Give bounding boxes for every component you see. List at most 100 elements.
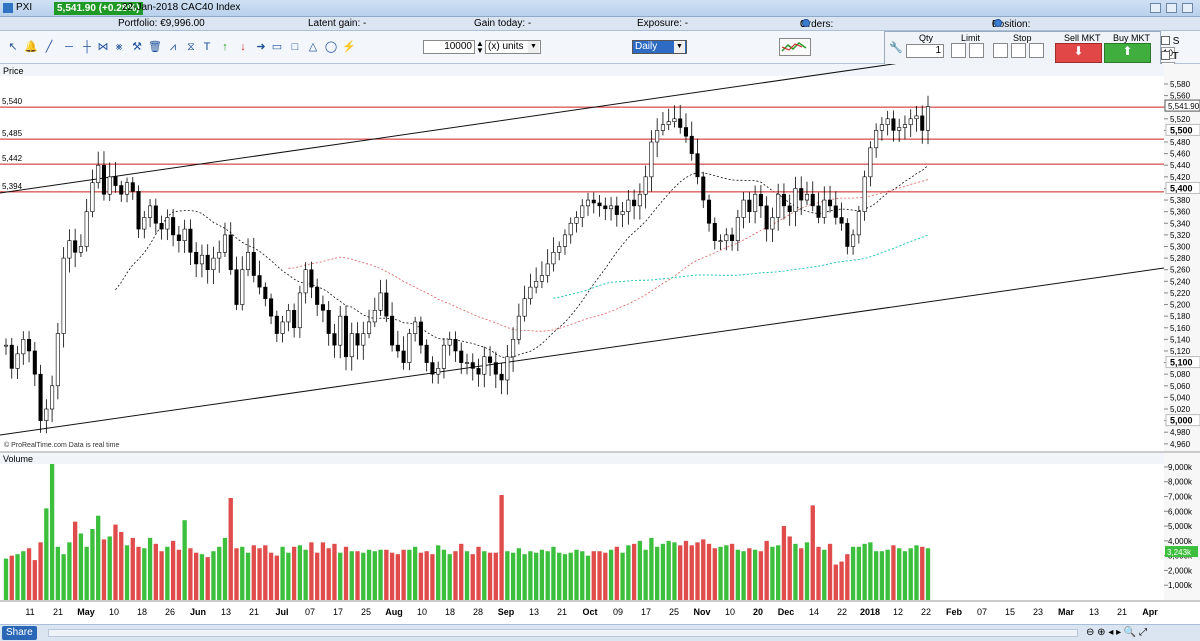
volume-bar [505, 551, 510, 600]
fibonacci-icon[interactable]: ⋈ [96, 40, 110, 54]
square-tool-icon[interactable]: □ [288, 40, 302, 54]
stop-toggle[interactable]: S 10 [1161, 36, 1191, 59]
orders-detail-icon[interactable] [802, 19, 810, 27]
candle-body [545, 263, 550, 276]
volume-bar [545, 551, 550, 600]
stop-toggle-label: S [1172, 36, 1180, 47]
quantity-spinner-icon[interactable]: ▲ ▼ [476, 40, 484, 55]
volume-bar [776, 545, 781, 600]
clone-tool-icon[interactable]: ⚒ [130, 40, 144, 54]
wrench-icon[interactable]: 🔧 [889, 41, 903, 55]
volume-bar [326, 548, 331, 600]
volume-bar [153, 543, 158, 600]
volume-bar [309, 542, 314, 600]
limit-label: Limit [961, 33, 981, 43]
stop-checkbox[interactable] [1161, 36, 1170, 45]
volume-bar [476, 546, 481, 600]
stop-mid-icon[interactable] [1011, 43, 1026, 58]
volume-bar [568, 552, 573, 600]
price-tick-label: 5,520 [1170, 115, 1191, 124]
share-button[interactable]: Share [2, 626, 37, 640]
horizontal-scrollbar[interactable] [48, 629, 1078, 637]
volume-bar [557, 552, 562, 600]
zigzag-icon[interactable]: ⩘ [166, 40, 180, 54]
channel-tool-icon[interactable]: ⨳ [112, 40, 126, 54]
price-tick-label: 5,380 [1170, 196, 1191, 205]
volume-bar [787, 536, 792, 600]
candle-body [718, 240, 723, 242]
volume-bar [631, 543, 637, 600]
candle-body [286, 310, 291, 323]
volume-bar [666, 540, 671, 600]
close-button[interactable] [1182, 3, 1193, 13]
volume-bar [136, 546, 141, 600]
vertical-line-icon[interactable]: ┼ [80, 40, 94, 54]
volume-bar [84, 546, 89, 600]
timeframe-select[interactable]: Daily ▼ [632, 40, 687, 54]
volume-bar [389, 552, 395, 600]
zoom-controls-icon[interactable]: ⊖ ⊕ ◂ ▸ 🔍 ⤢ [1086, 627, 1147, 638]
alert-bell-icon[interactable]: 🔔 [24, 40, 38, 54]
candle-body [355, 333, 360, 346]
volume-bar [61, 554, 66, 600]
price-tick-label: 5,200 [1170, 301, 1191, 310]
target-checkbox[interactable] [1161, 51, 1170, 60]
limit-buy-icon[interactable] [951, 43, 966, 58]
volume-bar [412, 546, 418, 600]
buy-arrow-icon[interactable]: ↑ [218, 40, 232, 54]
pattern-icon[interactable]: ⧖ [184, 40, 198, 54]
volume-panel-title: Volume [3, 454, 33, 464]
price-tick-label: 5,020 [1170, 405, 1191, 414]
level-label: 5,394 [2, 182, 23, 191]
line-tool-icon[interactable]: ╱ [42, 40, 56, 54]
stop-buy-icon[interactable] [993, 43, 1008, 58]
price-volume-chart[interactable]: Price 4,960 4,980 5,000 5,020 5,040 5,060 5,080… [0, 62, 1200, 624]
candle-body [816, 205, 821, 218]
candle-body [309, 269, 314, 288]
candle-body [384, 292, 389, 317]
text-tool-icon[interactable]: T [200, 40, 214, 54]
volume-bar [626, 545, 631, 600]
volume-bar [228, 498, 233, 600]
volume-bar [724, 545, 729, 600]
date-tick-label: Oct [582, 607, 597, 617]
order-qty-input[interactable]: 1 [906, 44, 944, 58]
stop-sell-icon[interactable] [1029, 43, 1044, 58]
rectangle-tool-icon[interactable]: ▭ [270, 40, 284, 54]
volume-bar [240, 546, 245, 600]
sell-market-button[interactable]: ⬇ [1055, 43, 1102, 63]
triangle-tool-icon[interactable]: △ [306, 40, 320, 54]
delete-icon[interactable]: 🗑 [148, 40, 162, 54]
sell-arrow-icon[interactable]: ↓ [236, 40, 250, 54]
right-arrow-icon[interactable]: ➜ [254, 40, 268, 54]
volume-bar [9, 555, 14, 600]
volume-bar [873, 551, 879, 600]
magic-wand-icon[interactable]: ⚡ [342, 40, 356, 54]
account-info-bar: Portfolio: €9,996.00 Latent gain: - Gain… [0, 17, 1200, 41]
volume-bar [706, 543, 712, 600]
target-toggle[interactable]: T 10 [1161, 51, 1191, 74]
candle-body [632, 199, 637, 207]
volume-bar [862, 543, 867, 600]
quantity-input[interactable]: 10000 [423, 40, 475, 54]
candle-body [585, 199, 591, 207]
candle-body [61, 257, 66, 334]
date-tick-label: 10 [725, 607, 735, 617]
units-select[interactable]: (x) units ▼ [485, 40, 541, 54]
maximize-button[interactable] [1166, 3, 1177, 13]
pointer-tool-icon[interactable]: ↖ [6, 40, 20, 54]
limit-sell-icon[interactable] [969, 43, 984, 58]
volume-bar [729, 543, 735, 600]
minimize-button[interactable] [1150, 3, 1161, 13]
buy-market-button[interactable]: ⬆ [1104, 43, 1151, 63]
volume-bar [885, 549, 890, 600]
date-tick-label: Feb [946, 607, 963, 617]
horizontal-line-icon[interactable]: ─ [62, 40, 76, 54]
price-tick-label: 5,120 [1170, 347, 1191, 356]
chart-area[interactable]: Price 4,960 4,980 5,000 5,020 5,040 5,060 5,080… [0, 62, 1200, 624]
volume-bar [124, 545, 130, 600]
candle-body [107, 176, 112, 195]
ellipse-tool-icon[interactable]: ◯ [324, 40, 338, 54]
chart-type-button[interactable] [779, 38, 811, 56]
position-detail-icon[interactable] [994, 19, 1002, 27]
